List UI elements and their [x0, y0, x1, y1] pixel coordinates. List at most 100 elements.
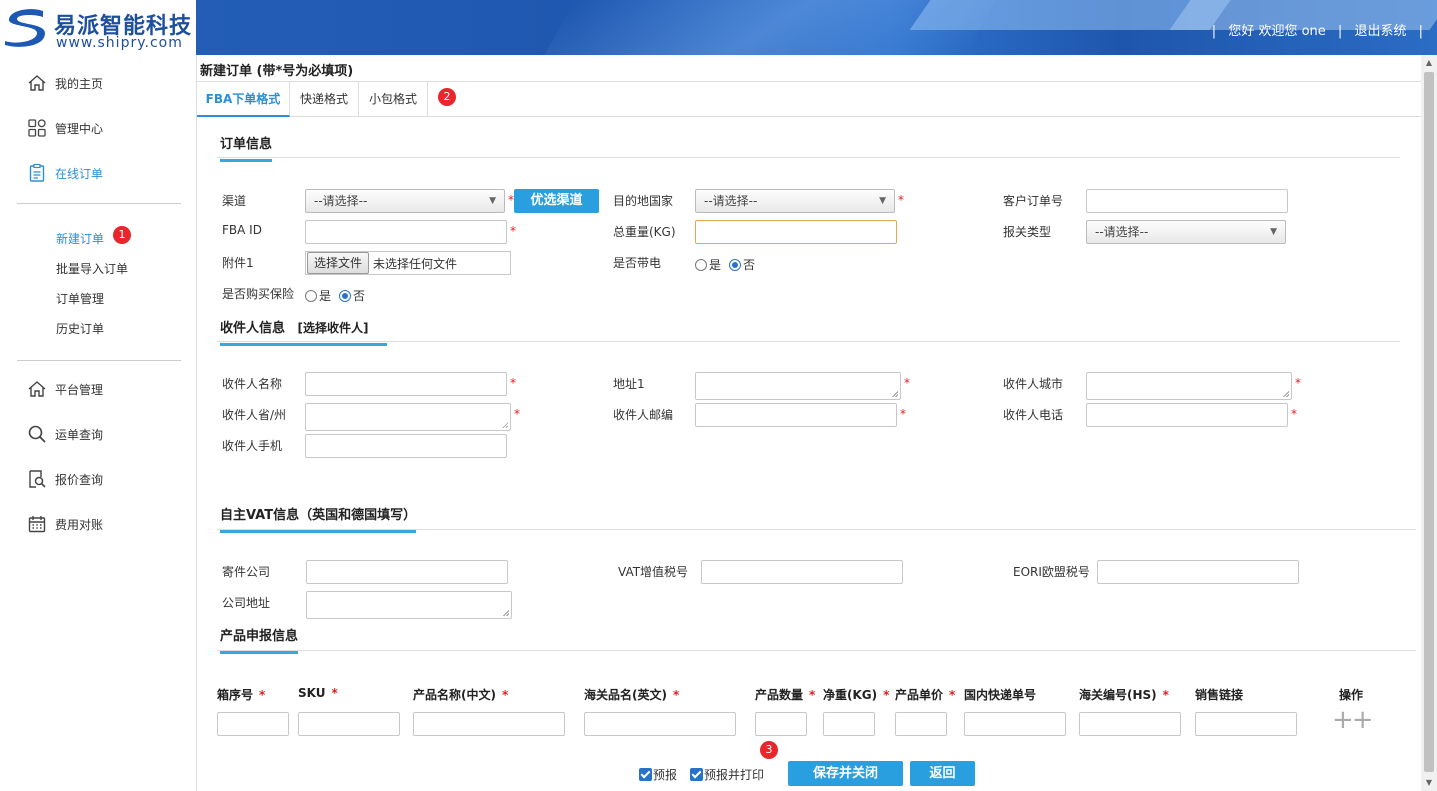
mobile-input[interactable]	[305, 434, 507, 458]
column-label: 海关品名(英文)	[584, 688, 667, 702]
add-row-icon[interactable]: ++	[1332, 705, 1374, 735]
box-number-input[interactable]	[217, 712, 289, 736]
sidebar-subitem-order-management[interactable]: 订单管理	[56, 290, 104, 307]
radio-button[interactable]	[695, 258, 707, 271]
radio-button[interactable]	[339, 289, 352, 302]
channel-select[interactable]: --请选择-- ▼	[305, 189, 505, 213]
column-label: 净重(KG)	[823, 688, 878, 702]
province-textarea[interactable]	[305, 403, 511, 431]
column-label: 海关编号(HS)	[1079, 688, 1157, 702]
required-mark: *	[949, 688, 956, 702]
back-button[interactable]: 返回	[910, 761, 975, 786]
channel-label: 渠道	[222, 194, 247, 208]
column-label: 产品数量	[755, 688, 804, 702]
sidebar-subitem-history-orders[interactable]: 历史订单	[56, 320, 104, 337]
sidebar-item-label: 管理中心	[55, 121, 104, 136]
required-mark: *	[514, 407, 520, 421]
sidebar-item-billing[interactable]: 费用对账	[27, 512, 103, 536]
calendar-icon	[28, 516, 46, 533]
header-user-area: | 您好 欢迎您 one | 退出系统 |	[1208, 20, 1427, 39]
customer-order-input[interactable]	[1086, 189, 1288, 213]
required-mark: *	[501, 688, 509, 702]
company-address-textarea[interactable]	[306, 591, 512, 619]
preferred-channel-button[interactable]: 优选渠道	[514, 189, 599, 213]
total-weight-label: 总重量(KG)	[613, 225, 676, 239]
insurance-no-option[interactable]: 否	[339, 287, 365, 304]
checkbox-checked-icon[interactable]	[690, 768, 703, 781]
notification-badge: 3	[760, 741, 778, 759]
eori-number-input[interactable]	[1097, 560, 1299, 584]
required-mark: *	[1162, 688, 1169, 702]
quantity-input[interactable]	[755, 712, 807, 736]
select-recipient-link[interactable]: [选择收件人]	[298, 321, 369, 335]
sidebar-subitem-batch-import[interactable]: 批量导入订单	[56, 260, 128, 277]
recipient-name-input[interactable]	[305, 372, 507, 396]
required-mark: *	[809, 688, 816, 702]
required-mark: *	[331, 686, 338, 700]
tab-small-parcel[interactable]: 小包格式	[359, 82, 428, 117]
sku-input[interactable]	[298, 712, 400, 736]
address-textarea[interactable]	[695, 372, 901, 400]
column-label: 操作	[1339, 688, 1364, 702]
choose-file-button[interactable]: 选择文件	[307, 252, 370, 274]
vat-number-input[interactable]	[701, 560, 903, 584]
postcode-input[interactable]	[695, 403, 897, 427]
sales-link-input[interactable]	[1195, 712, 1297, 736]
chevron-down-icon: ▼	[1270, 227, 1277, 237]
declare-print-checkbox[interactable]: 预报并打印	[690, 766, 764, 783]
sidebar-item-tracking[interactable]: 运单查询	[27, 422, 103, 446]
insurance-yes-option[interactable]: 是	[305, 287, 331, 304]
sidebar-item-online-orders[interactable]: 在线订单	[27, 161, 103, 185]
sidebar-item-quote[interactable]: 报价查询	[27, 467, 103, 491]
city-textarea[interactable]	[1086, 372, 1292, 400]
battery-no-option[interactable]: 否	[729, 256, 755, 273]
save-close-button[interactable]: 保存并关闭	[788, 761, 903, 786]
required-mark: *	[259, 688, 266, 702]
sidebar-item-label: 运单查询	[55, 427, 104, 442]
greeting-text: 您好 欢迎您 one	[1228, 24, 1326, 39]
company-address-label: 公司地址	[222, 596, 271, 610]
unit-price-input[interactable]	[895, 712, 947, 736]
page-title: 新建订单 (带*号为必填项)	[200, 64, 354, 79]
product-name-cn-input[interactable]	[413, 712, 565, 736]
dest-country-select[interactable]: --请选择-- ▼	[695, 189, 895, 213]
sidebar-item-home[interactable]: 我的主页	[27, 71, 103, 95]
checkbox-checked-icon[interactable]	[639, 768, 652, 781]
vertical-scrollbar[interactable]: ▲ ▼	[1421, 55, 1437, 791]
domestic-tracking-input[interactable]	[964, 712, 1066, 736]
fba-id-input[interactable]	[305, 220, 507, 244]
column-header: 产品单价 *	[895, 686, 955, 703]
net-weight-input[interactable]	[823, 712, 875, 736]
column-header: 箱序号 *	[217, 686, 265, 703]
separator: |	[1211, 24, 1217, 39]
select-value: --请选择--	[704, 194, 758, 208]
logout-link[interactable]: 退出系统	[1354, 24, 1406, 39]
declare-checkbox[interactable]: 预报	[639, 766, 677, 783]
quote-search-icon	[29, 470, 46, 488]
eori-number-label: EORI欧盟税号	[1013, 565, 1090, 579]
scroll-up-icon[interactable]: ▲	[1421, 55, 1437, 71]
scroll-thumb[interactable]	[1424, 72, 1434, 772]
sidebar-subitem-new-order[interactable]: 新建订单	[56, 230, 104, 247]
column-label: 销售链接	[1195, 688, 1244, 702]
battery-yes-option[interactable]: 是	[695, 256, 721, 273]
sidebar-item-label: 报价查询	[55, 472, 104, 487]
customs-name-en-input[interactable]	[584, 712, 736, 736]
required-mark: *	[1291, 407, 1297, 421]
total-weight-input[interactable]	[695, 220, 897, 244]
scroll-down-icon[interactable]: ▼	[1421, 775, 1437, 791]
customs-type-select[interactable]: --请选择-- ▼	[1086, 220, 1286, 244]
phone-input[interactable]	[1086, 403, 1288, 427]
hs-code-input[interactable]	[1079, 712, 1181, 736]
sidebar-item-management[interactable]: 管理中心	[27, 116, 103, 140]
sidebar-item-platform[interactable]: 平台管理	[27, 377, 103, 401]
tab-fba[interactable]: FBA下单格式	[197, 82, 290, 117]
radio-button[interactable]	[305, 289, 317, 302]
attachment-file-input[interactable]: 选择文件 未选择任何文件	[305, 251, 511, 275]
tab-express[interactable]: 快递格式	[290, 82, 359, 117]
sender-company-input[interactable]	[306, 560, 508, 584]
radio-button[interactable]	[729, 258, 742, 271]
column-header: 操作	[1339, 686, 1363, 703]
column-header: 产品名称(中文) *	[413, 686, 508, 703]
tab-bar: FBA下单格式 快递格式 小包格式 2	[197, 81, 1421, 117]
